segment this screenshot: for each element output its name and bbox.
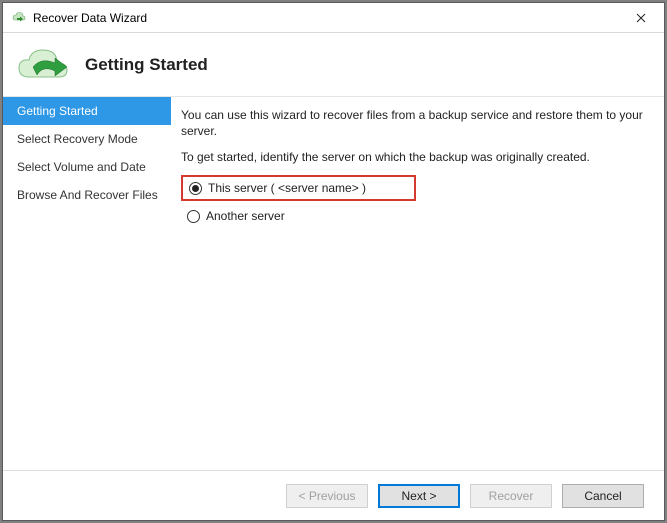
- radio-another-server-label: Another server: [206, 209, 285, 223]
- recover-button: Recover: [470, 484, 552, 508]
- step-select-volume-date[interactable]: Select Volume and Date: [3, 153, 171, 181]
- cancel-button[interactable]: Cancel: [562, 484, 644, 508]
- step-getting-started[interactable]: Getting Started: [3, 97, 171, 125]
- step-browse-recover-files[interactable]: Browse And Recover Files: [3, 181, 171, 209]
- wizard-content: You can use this wizard to recover files…: [171, 97, 664, 470]
- cloud-recover-icon: [15, 45, 71, 85]
- radio-another-server[interactable]: [187, 210, 200, 223]
- next-button[interactable]: Next >: [378, 484, 460, 508]
- titlebar: Recover Data Wizard: [3, 3, 664, 33]
- wizard-header: Getting Started: [3, 33, 664, 97]
- wizard-window: Recover Data Wizard Getting Started Gett…: [2, 2, 665, 521]
- app-icon: [11, 10, 27, 26]
- step-select-recovery-mode[interactable]: Select Recovery Mode: [3, 125, 171, 153]
- radio-this-server-label: This server ( <server name> ): [208, 181, 366, 195]
- close-button[interactable]: [618, 3, 664, 32]
- previous-button: < Previous: [286, 484, 368, 508]
- window-title: Recover Data Wizard: [33, 11, 147, 25]
- page-title: Getting Started: [85, 55, 208, 75]
- intro-text: You can use this wizard to recover files…: [181, 107, 648, 139]
- wizard-steps-sidebar: Getting Started Select Recovery Mode Sel…: [3, 97, 171, 470]
- instruction-text: To get started, identify the server on w…: [181, 149, 648, 165]
- option-another-server[interactable]: Another server: [183, 207, 648, 225]
- option-this-server[interactable]: This server ( <server name> ): [181, 175, 416, 201]
- wizard-footer: < Previous Next > Recover Cancel: [3, 470, 664, 520]
- wizard-body: Getting Started Select Recovery Mode Sel…: [3, 97, 664, 470]
- radio-this-server[interactable]: [189, 182, 202, 195]
